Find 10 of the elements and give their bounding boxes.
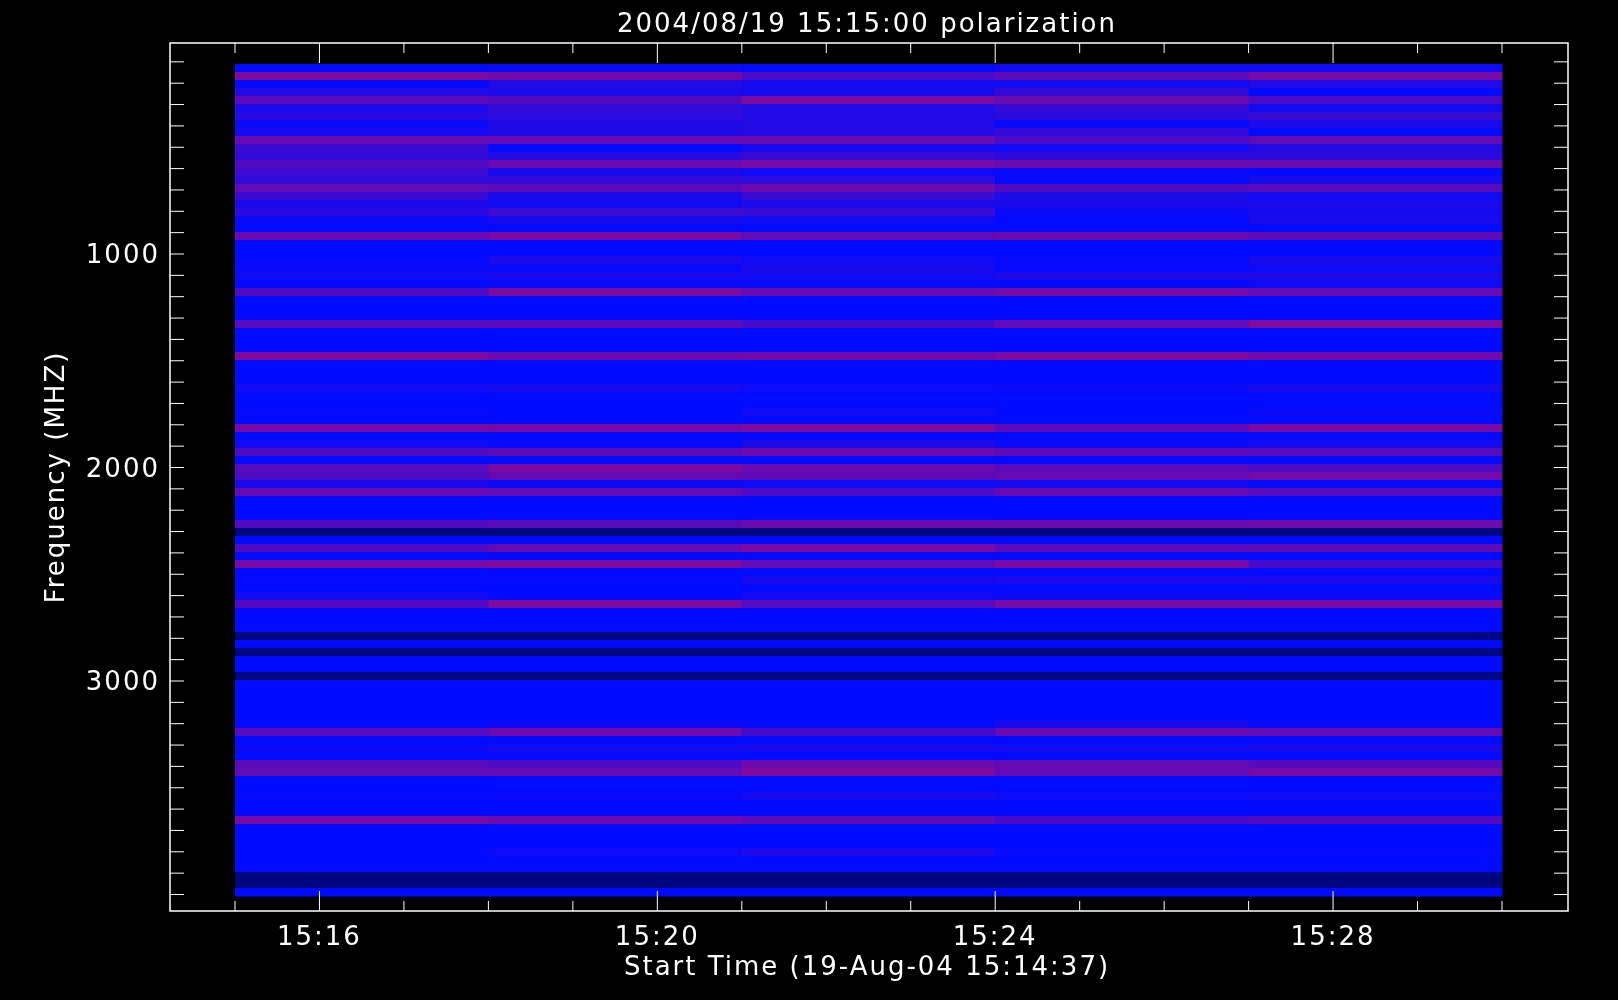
x-tick-label: 15:28 (1290, 921, 1376, 951)
x-tick-label: 15:20 (614, 921, 700, 951)
plot-title: 2004/08/19 15:15:00 polarization (617, 8, 1117, 38)
x-tick-label: 15:16 (277, 921, 362, 951)
x-axis-label: Start Time (19-Aug-04 15:14:37) (623, 951, 1111, 981)
y-axis-label: Frequency (MHZ) (40, 350, 70, 604)
x-tick-label: 15:24 (952, 921, 1038, 951)
y-tick-label: 2000 (85, 452, 160, 483)
y-tick-label: 3000 (85, 666, 160, 696)
y-tick-label: 1000 (85, 239, 160, 269)
